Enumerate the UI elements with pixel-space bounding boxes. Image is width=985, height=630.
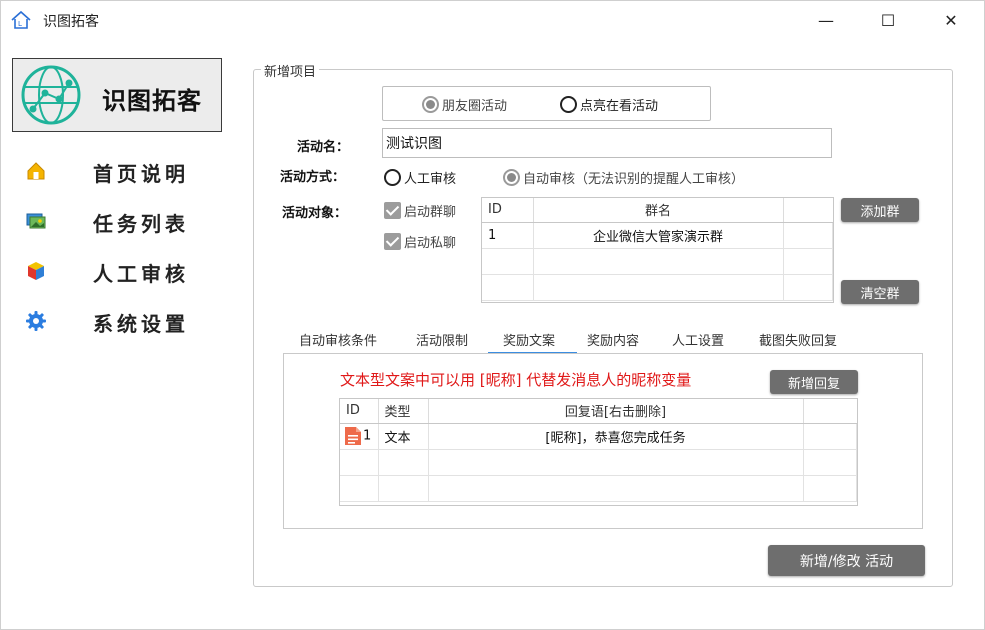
- globe-network-icon: [21, 65, 81, 125]
- cell-group-name: 企业微信大管家演示群: [533, 222, 784, 249]
- cell-type: 文本: [378, 423, 429, 450]
- table-row[interactable]: 1 文本 [昵称]，恭喜您完成任务: [340, 423, 857, 450]
- column-header-group-name[interactable]: 群名: [533, 198, 784, 223]
- radio-manual-review[interactable]: 人工审核: [384, 168, 456, 187]
- image-stack-icon: [26, 213, 46, 229]
- cell-blank: [803, 423, 857, 450]
- svg-text:L: L: [18, 20, 22, 28]
- radio-label: 点亮在看活动: [580, 99, 659, 114]
- radio-dot: [384, 169, 401, 186]
- cell-id-text: 1: [363, 428, 372, 444]
- cell-id: 1: [482, 222, 534, 249]
- title-bar[interactable]: L 识图拓客 — ☐ ✕: [1, 1, 984, 39]
- radio-label: 自动审核（无法识别的提醒人工审核）: [523, 172, 745, 187]
- checkbox-label: 启动群聊: [404, 205, 457, 220]
- column-header-blank: [803, 399, 857, 424]
- table-row-empty: [340, 449, 857, 476]
- app-window: L 识图拓客 — ☐ ✕ 识图拓客 首页说明 任务列表 人工审核 系统设置 新增…: [0, 0, 985, 630]
- tab-reward-copy[interactable]: 奖励文案: [488, 330, 577, 354]
- nickname-variable-note: 文本型文案中可以用 [昵称] 代替发消息人的昵称变量: [340, 371, 692, 389]
- checkbox-box: [384, 202, 401, 219]
- checkbox-private-chat[interactable]: 启动私聊: [384, 232, 456, 251]
- sidebar-item-review[interactable]: 人工审核: [21, 253, 221, 289]
- cell-reply: [昵称]，恭喜您完成任务: [428, 423, 804, 450]
- new-reply-button[interactable]: 新增回复: [770, 370, 858, 394]
- logo-text: 识图拓客: [102, 87, 202, 115]
- activity-name-input[interactable]: [382, 128, 832, 158]
- gear-icon: [26, 311, 46, 331]
- table-header-row: ID 类型 回复语[右击删除]: [340, 399, 857, 424]
- radio-moments-activity[interactable]: 朋友圈活动: [422, 95, 507, 114]
- radio-label: 朋友圈活动: [442, 99, 508, 114]
- sidebar-item-label: 首页说明: [93, 162, 189, 186]
- activity-source-selector: 朋友圈活动 点亮在看活动: [382, 86, 711, 121]
- column-header-id[interactable]: ID: [340, 399, 379, 424]
- radio-auto-review[interactable]: 自动审核（无法识别的提醒人工审核）: [503, 168, 744, 187]
- table-header-row: ID 群名: [482, 198, 833, 223]
- tab-screenshot-fail-reply[interactable]: 截图失败回复: [759, 330, 837, 354]
- column-header-id[interactable]: ID: [482, 198, 534, 223]
- sidebar-item-label: 系统设置: [93, 312, 189, 336]
- sidebar-item-label: 人工审核: [93, 262, 189, 286]
- tab-activity-limits[interactable]: 活动限制: [416, 330, 468, 354]
- checkbox-group-chat[interactable]: 启动群聊: [384, 201, 456, 220]
- cell-id: 1: [340, 423, 379, 450]
- sidebar-item-tasks[interactable]: 任务列表: [21, 203, 221, 239]
- tab-manual-settings[interactable]: 人工设置: [672, 330, 724, 354]
- add-group-button[interactable]: 添加群: [841, 198, 919, 222]
- radio-dot: [503, 169, 520, 186]
- sidebar-item-settings[interactable]: 系统设置: [21, 303, 221, 339]
- column-header-blank: [783, 198, 833, 223]
- activity-mode-label: 活动方式：: [280, 170, 346, 185]
- column-header-reply[interactable]: 回复语[右击删除]: [428, 399, 804, 424]
- activity-target-label: 活动对象：: [282, 206, 348, 221]
- group-table[interactable]: ID 群名 1 企业微信大管家演示群: [481, 197, 834, 303]
- window-title: 识图拓客: [43, 14, 99, 30]
- cell-blank: [783, 222, 833, 249]
- close-button[interactable]: ✕: [926, 1, 976, 39]
- table-row-empty: [482, 274, 833, 301]
- table-row-empty: [340, 475, 857, 502]
- home-icon: [27, 162, 45, 180]
- minimize-button[interactable]: —: [801, 1, 851, 39]
- radio-dot: [422, 96, 439, 113]
- app-home-icon: L: [11, 10, 31, 29]
- radio-dot: [560, 96, 577, 113]
- group-title: 新增项目: [261, 61, 320, 80]
- reply-table[interactable]: ID 类型 回复语[右击删除] 1 文本 [昵称]，恭喜您完成任务: [339, 398, 858, 506]
- checkbox-box: [384, 233, 401, 250]
- sidebar-item-home[interactable]: 首页说明: [21, 153, 221, 189]
- maximize-button[interactable]: ☐: [863, 1, 913, 39]
- table-row[interactable]: 1 企业微信大管家演示群: [482, 222, 833, 249]
- clear-group-button[interactable]: 清空群: [841, 280, 919, 304]
- checkbox-label: 启动私聊: [404, 236, 457, 251]
- radio-wow-activity[interactable]: 点亮在看活动: [560, 95, 658, 114]
- logo-banner: 识图拓客: [12, 58, 222, 132]
- tab-auto-review-conditions[interactable]: 自动审核条件: [299, 330, 377, 354]
- column-header-type[interactable]: 类型: [378, 399, 429, 424]
- cube-icon: [28, 262, 44, 280]
- table-row-empty: [482, 248, 833, 275]
- tab-reward-content[interactable]: 奖励内容: [587, 330, 639, 354]
- save-activity-button[interactable]: 新增/修改 活动: [768, 545, 925, 576]
- radio-label: 人工审核: [404, 172, 457, 187]
- document-icon: [345, 427, 361, 445]
- sidebar-item-label: 任务列表: [93, 212, 189, 236]
- activity-name-label: 活动名：: [297, 140, 350, 155]
